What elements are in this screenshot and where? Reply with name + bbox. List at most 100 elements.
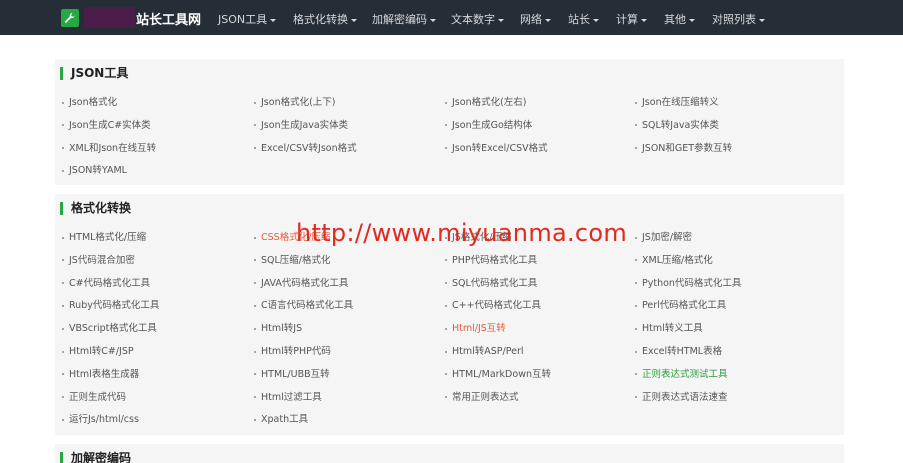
tool-link[interactable]: JS代码混合加密 <box>62 255 135 267</box>
tool-link[interactable]: Json生成Java实体类 <box>254 120 348 132</box>
bullet-icon <box>62 236 64 239</box>
nav-menu-label: 文本数字 <box>451 13 495 26</box>
bullet-icon <box>635 101 637 104</box>
nav-menu-item[interactable]: 加解密编码 <box>372 11 436 27</box>
bullet-icon <box>635 350 637 353</box>
bullet-icon <box>254 124 256 127</box>
tool-link[interactable]: Html/JS互转 <box>445 323 506 335</box>
bullet-icon <box>254 147 256 150</box>
tool-link[interactable]: Html转义工具 <box>635 323 703 335</box>
nav-menu-label: JSON工具 <box>218 13 268 26</box>
nav-menu-item[interactable]: JSON工具 <box>218 11 277 27</box>
tool-link[interactable]: Html转JS <box>254 323 302 335</box>
section-json-tools: JSON工具 Json格式化 Json格式化(上下) Json格式化(左右) Json… <box>55 59 844 185</box>
section-title: 加解密编码 <box>60 452 131 463</box>
tool-link[interactable]: HTML/MarkDown互转 <box>445 369 551 381</box>
tool-link[interactable]: Json转Excel/CSV格式 <box>445 143 548 155</box>
nav-menu-label: 加解密编码 <box>372 13 427 26</box>
tool-link-label: HTML/MarkDown互转 <box>452 368 551 380</box>
tool-link-label: Ruby代码格式化工具 <box>69 300 160 312</box>
nav-menu-item[interactable]: 格式化转换 <box>293 11 357 27</box>
tool-link[interactable]: Json生成Go结构体 <box>445 120 532 132</box>
bullet-icon <box>62 418 64 421</box>
bullet-icon <box>445 259 447 262</box>
bullet-icon <box>62 169 64 172</box>
tool-link[interactable]: 运行Js/html/css <box>62 414 139 426</box>
tool-link-label: SQL压缩/格式化 <box>261 254 331 266</box>
tool-link[interactable]: Perl代码格式化工具 <box>635 300 726 312</box>
tool-link-label: JSON转YAML <box>69 165 127 177</box>
caret-down-icon <box>593 18 599 22</box>
bullet-icon <box>445 147 447 150</box>
tool-link[interactable]: SQL压缩/格式化 <box>254 255 331 267</box>
bullet-icon <box>254 373 256 376</box>
tool-link-label: HTML/UBB互转 <box>261 368 330 380</box>
tool-link[interactable]: HTML格式化/压缩 <box>62 232 146 244</box>
tool-link[interactable]: Python代码格式化工具 <box>635 278 741 290</box>
tool-link[interactable]: Html转ASP/Perl <box>445 346 524 358</box>
tool-link[interactable]: 常用正则表达式 <box>445 392 519 404</box>
nav-menu-item[interactable]: 网络 <box>520 11 551 27</box>
tool-link[interactable]: VBScript格式化工具 <box>62 323 157 335</box>
tool-link[interactable]: JSON转YAML <box>62 165 127 177</box>
tool-link[interactable]: Json在线压缩转义 <box>635 97 719 109</box>
tool-link-label: Json格式化(上下) <box>261 97 336 108</box>
tool-link[interactable]: Html转PHP代码 <box>254 346 331 358</box>
tool-link[interactable]: Html过滤工具 <box>254 392 322 404</box>
nav-menu-item[interactable]: 文本数字 <box>451 11 504 27</box>
top-navbar: 站长工具网 JSON工具 格式化转换 加解密编码 文本数字 网络 站长 计算 其他 对照列表 <box>0 0 903 35</box>
tool-link[interactable]: Json格式化(左右) <box>445 97 527 109</box>
tool-link[interactable]: Json生成C#实体类 <box>62 120 151 132</box>
tool-link-label: Json在线压缩转义 <box>642 97 719 108</box>
tool-link[interactable]: Xpath工具 <box>254 414 308 426</box>
bullet-icon <box>635 327 637 330</box>
tool-link[interactable]: 正则表达式测试工具 <box>635 369 728 381</box>
site-brand[interactable]: 站长工具网 <box>136 9 201 28</box>
tool-link[interactable]: Html转C#/JSP <box>62 346 134 358</box>
tool-link[interactable]: SQL代码格式化工具 <box>445 278 537 290</box>
bullet-icon <box>254 418 256 421</box>
tool-link-label: 正则生成代码 <box>69 391 127 403</box>
tool-link[interactable]: Excel/CSV转Json格式 <box>254 143 357 155</box>
wrench-icon[interactable] <box>61 9 79 27</box>
tool-link[interactable]: PHP代码格式化工具 <box>445 255 537 267</box>
bullet-icon <box>635 124 637 127</box>
bullet-icon <box>254 304 256 307</box>
nav-menu-item[interactable]: 对照列表 <box>712 11 765 27</box>
tool-link-label: Perl代码格式化工具 <box>642 300 727 312</box>
tool-link[interactable]: Excel转HTML表格 <box>635 346 722 358</box>
nav-menu-label: 计算 <box>616 13 638 26</box>
tool-link[interactable]: C语言代码格式化工具 <box>254 300 353 312</box>
caret-down-icon <box>641 18 647 22</box>
nav-menu-item[interactable]: 其他 <box>664 11 695 27</box>
tool-link[interactable]: JAVA代码格式化工具 <box>254 278 348 290</box>
tool-link-label: C#代码格式化工具 <box>69 277 151 289</box>
caret-down-icon <box>689 18 695 22</box>
tool-link[interactable]: XML和Json在线互转 <box>62 143 156 155</box>
nav-menu-label: 对照列表 <box>712 13 756 26</box>
tool-link[interactable]: SQL转Java实体类 <box>635 120 719 132</box>
tool-link[interactable]: Html表格生成器 <box>62 369 139 381</box>
nav-menu-item[interactable]: 站长 <box>568 11 599 27</box>
bullet-icon <box>62 147 64 150</box>
bullet-icon <box>635 259 637 262</box>
tool-link[interactable]: 正则生成代码 <box>62 392 126 404</box>
tool-link[interactable]: Json格式化(上下) <box>254 97 336 109</box>
tool-link[interactable]: JSON和GET参数互转 <box>635 143 732 155</box>
tool-link-label: Html转义工具 <box>642 323 703 335</box>
tool-link[interactable]: Json格式化 <box>62 97 117 109</box>
bullet-icon <box>635 236 637 239</box>
tool-link-label: Excel/CSV转Json格式 <box>261 142 357 154</box>
tool-link-label: Html转JS <box>261 323 303 335</box>
bullet-icon <box>445 124 447 127</box>
nav-menu-item[interactable]: 计算 <box>616 11 647 27</box>
tool-link[interactable]: XML压缩/格式化 <box>635 255 713 267</box>
tool-link[interactable]: C++代码格式化工具 <box>445 300 541 312</box>
tool-link[interactable]: C#代码格式化工具 <box>62 278 150 290</box>
tool-link[interactable]: Ruby代码格式化工具 <box>62 300 159 312</box>
tool-link[interactable]: 正则表达式语法速查 <box>635 392 728 404</box>
tool-link-label: JSON和GET参数互转 <box>642 142 733 154</box>
tool-link-label: Excel转HTML表格 <box>642 346 723 357</box>
tool-link[interactable]: HTML/UBB互转 <box>254 369 330 381</box>
tool-link[interactable]: JS加密/解密 <box>635 232 692 244</box>
